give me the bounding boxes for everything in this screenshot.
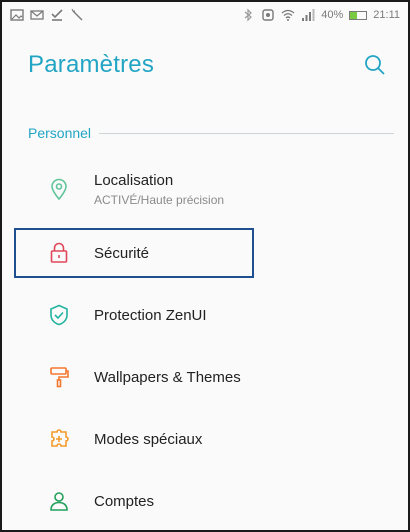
message-icon	[30, 8, 44, 22]
settings-item-special-modes[interactable]: Modes spéciaux	[2, 408, 408, 470]
settings-item-sublabel: ACTIVÉ/Haute précision	[94, 192, 225, 207]
settings-item-label: Localisation	[94, 171, 174, 189]
settings-item-accounts[interactable]: Comptes	[2, 470, 408, 530]
status-bar: 40% 21:11	[2, 2, 408, 28]
shield-check-icon	[42, 298, 76, 332]
check-download-icon	[50, 8, 64, 22]
settings-item-label: Protection ZenUI	[94, 306, 207, 324]
image-icon	[10, 8, 24, 22]
settings-item-label: Sécurité	[94, 244, 150, 262]
page-title: Paramètres	[28, 51, 155, 78]
battery-cell	[349, 10, 368, 20]
section-label: Personnel	[28, 125, 92, 141]
paint-roller-icon	[42, 360, 76, 394]
status-right-icons: 40% 21:11	[241, 8, 400, 22]
location-pin-icon	[42, 172, 76, 206]
nfc-icon	[261, 8, 275, 22]
settings-item-zenui-protection[interactable]: Protection ZenUI	[2, 284, 408, 346]
app-header: Paramètres	[2, 28, 408, 102]
clock: 21:11	[373, 9, 400, 21]
person-icon	[42, 484, 76, 518]
screen-frame: 40% 21:11 Paramètres Personnel Localisat…	[0, 0, 410, 532]
battery-percent: 40%	[321, 9, 344, 21]
puzzle-icon	[42, 422, 76, 456]
wand-icon	[70, 8, 84, 22]
lock-icon	[42, 236, 76, 270]
signal-icon	[301, 8, 315, 22]
battery-icon	[349, 10, 368, 20]
settings-item-label: Wallpapers & Themes	[94, 368, 241, 386]
bluetooth-icon	[241, 8, 255, 22]
search-button[interactable]	[360, 50, 390, 80]
settings-list: Localisation ACTIVÉ/Haute précision Sécu…	[2, 156, 408, 530]
section-header: Personnel	[28, 122, 394, 144]
battery-fill	[350, 11, 357, 19]
search-icon	[365, 55, 385, 75]
wifi-icon	[281, 8, 295, 22]
section-divider	[99, 132, 394, 134]
settings-item-label: Comptes	[94, 492, 155, 510]
settings-item-location[interactable]: Localisation ACTIVÉ/Haute précision	[2, 156, 408, 222]
settings-item-label: Modes spéciaux	[94, 430, 203, 448]
settings-item-security[interactable]: Sécurité	[2, 222, 408, 284]
settings-item-wallpapers-themes[interactable]: Wallpapers & Themes	[2, 346, 408, 408]
status-left-icons	[10, 8, 84, 22]
